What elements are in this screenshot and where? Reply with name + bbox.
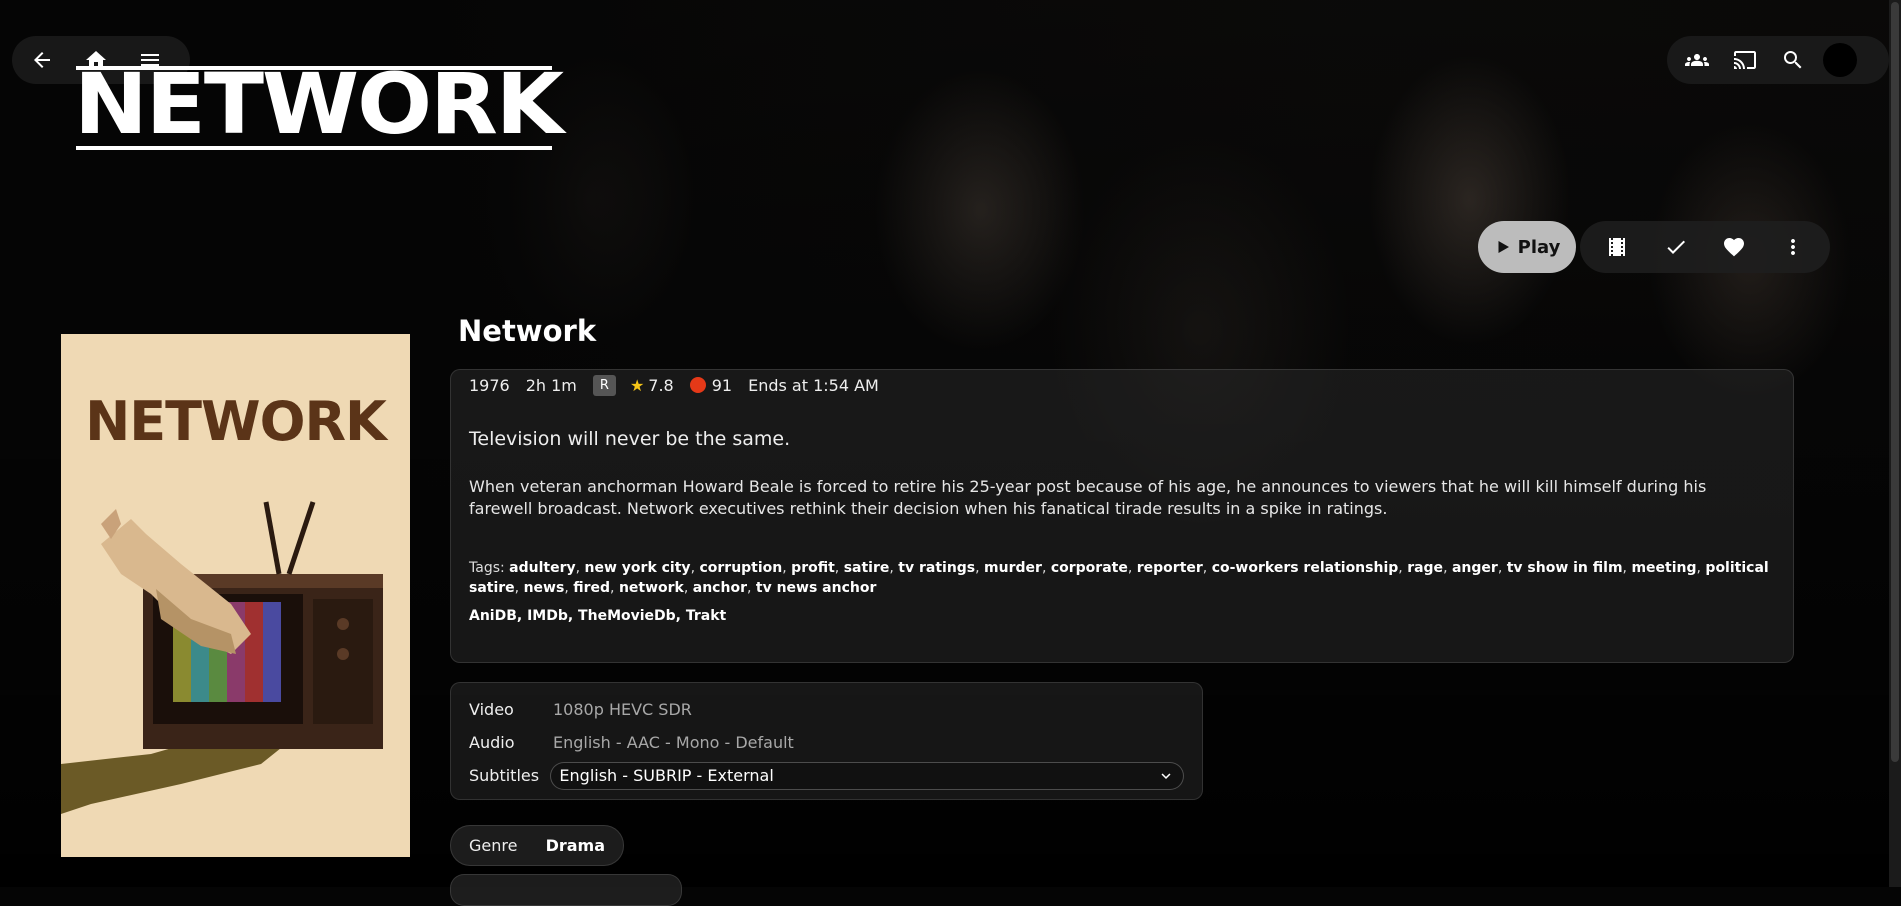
- tag-link[interactable]: tv show in film: [1507, 560, 1623, 576]
- group-icon: [1685, 54, 1709, 66]
- critic-rating: 91: [711, 375, 733, 395]
- tag-link[interactable]: corruption: [699, 560, 782, 576]
- tag-link[interactable]: network: [619, 580, 684, 596]
- video-row: Video 1080p HEVC SDR: [469, 693, 1184, 726]
- content-rating-badge: R: [592, 374, 616, 396]
- movie-title: Network: [458, 314, 597, 348]
- video-label: Video: [469, 700, 514, 719]
- tag-link[interactable]: co-workers relationship: [1212, 560, 1399, 576]
- video-value: 1080p HEVC SDR: [553, 700, 692, 719]
- poster-artwork: [61, 501, 383, 814]
- ends-at: Ends at 1:54 AM: [748, 375, 879, 395]
- trailer-button[interactable]: [1593, 223, 1641, 271]
- search-button[interactable]: [1769, 36, 1817, 84]
- chevron-down-icon: [1161, 772, 1171, 779]
- movie-poster: NETWORK: [61, 334, 410, 857]
- more-vert-icon: [1790, 239, 1795, 255]
- title-logo: NETWORK: [74, 55, 564, 153]
- tag-link[interactable]: fired: [573, 580, 610, 596]
- cast-button[interactable]: [1721, 36, 1769, 84]
- audio-label: Audio: [469, 733, 515, 752]
- audio-row: Audio English - AAC - Mono - Default: [469, 726, 1184, 759]
- play-icon: [1498, 241, 1509, 253]
- genre-value[interactable]: Drama: [546, 836, 605, 855]
- tagline: Television will never be the same.: [469, 428, 791, 450]
- subtitles-select[interactable]: English - SUBRIP - External: [550, 761, 1184, 790]
- tag-link[interactable]: meeting: [1631, 560, 1696, 576]
- tag-link[interactable]: tv ratings: [898, 560, 975, 576]
- tag-link[interactable]: rage: [1407, 560, 1443, 576]
- search-icon: [1784, 51, 1802, 69]
- favorite-button[interactable]: [1710, 223, 1758, 271]
- mark-played-button[interactable]: [1652, 223, 1700, 271]
- tag-link[interactable]: murder: [984, 560, 1042, 576]
- film-icon: [1609, 238, 1626, 256]
- star-icon: ★: [629, 375, 645, 395]
- tag-link[interactable]: anger: [1452, 560, 1498, 576]
- tag-link[interactable]: tv news anchor: [756, 580, 877, 596]
- back-icon: [34, 52, 50, 68]
- subtitles-label: Subtitles: [469, 766, 540, 785]
- runtime: 2h 1m: [525, 375, 577, 395]
- tags-label: Tags:: [469, 560, 505, 576]
- audio-value: English - AAC - Mono - Default: [553, 733, 794, 752]
- overview: When veteran anchorman Howard Beale is f…: [469, 477, 1707, 518]
- next-info-chip: [450, 874, 682, 906]
- subtitles-row: Subtitles English - SUBRIP - External: [469, 759, 1184, 792]
- page-scrollbar[interactable]: [1889, 0, 1901, 887]
- genre-chip: Genre Drama: [450, 825, 624, 866]
- play-label: Play: [1517, 236, 1561, 258]
- tag-link[interactable]: adultery: [509, 560, 575, 576]
- tomato-icon: [689, 377, 706, 393]
- nav-right-group: [1667, 36, 1889, 84]
- tag-link[interactable]: satire: [844, 560, 890, 576]
- tag-link[interactable]: corporate: [1051, 560, 1128, 576]
- genre-label: Genre: [469, 836, 518, 855]
- external-links[interactable]: AniDB, IMDb, TheMovieDb, Trakt: [469, 608, 1775, 624]
- cast-icon: [1734, 51, 1756, 69]
- tag-link[interactable]: reporter: [1137, 560, 1203, 576]
- user-avatar[interactable]: [1823, 43, 1857, 77]
- tag-link[interactable]: new york city: [585, 560, 691, 576]
- more-button[interactable]: [1769, 223, 1817, 271]
- tag-link[interactable]: anchor: [693, 580, 747, 596]
- tag-link[interactable]: profit: [791, 560, 835, 576]
- play-button[interactable]: Play: [1478, 221, 1576, 273]
- community-rating: 7.8: [648, 375, 674, 395]
- tag-link[interactable]: news: [524, 580, 565, 596]
- release-year: 1976: [469, 375, 510, 395]
- back-button[interactable]: [18, 36, 66, 84]
- tags-list: Tags: adultery, new york city, corruptio…: [469, 560, 1769, 596]
- check-icon: [1667, 240, 1685, 254]
- details-card: 1976 2h 1m R ★ 7.8 91 Ends at 1:54 AM Te…: [450, 369, 1794, 663]
- heart-icon: [1724, 238, 1745, 257]
- subtitles-selected: English - SUBRIP - External: [559, 766, 774, 785]
- syncplay-button[interactable]: [1673, 36, 1721, 84]
- media-info-card: Video 1080p HEVC SDR Audio English - AAC…: [450, 682, 1203, 800]
- metadata-row: 1976 2h 1m R ★ 7.8 91 Ends at 1:54 AM: [469, 370, 1775, 400]
- action-bar: Play: [1478, 221, 1830, 273]
- action-icons-group: [1580, 221, 1830, 273]
